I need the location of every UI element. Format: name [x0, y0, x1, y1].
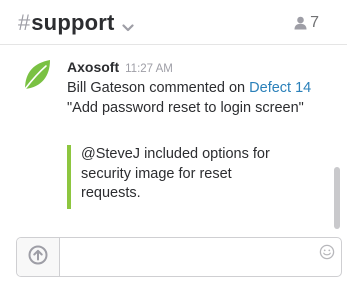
message-timestamp[interactable]: 11:27 AM — [125, 63, 173, 75]
message-text: Bill Gateson commented on Defect 14 "Add… — [67, 79, 312, 118]
chevron-down-icon — [121, 20, 134, 31]
defect-link[interactable]: Defect 14 — [249, 80, 311, 96]
chat-window: # support 7 Axosoft 11:27 AM Bill Gateso… — [0, 0, 347, 296]
member-count-button[interactable]: 7 — [294, 14, 319, 32]
channel-name-button[interactable]: # support — [18, 9, 134, 37]
message-text-before-link: Bill Gateson commented on — [67, 80, 250, 96]
channel-header: # support 7 — [0, 0, 347, 45]
message-text-after-link: "Add password reset to login screen" — [67, 99, 304, 116]
message-item: Axosoft 11:27 AM Bill Gateson commented … — [0, 46, 335, 226]
user-icon — [294, 16, 307, 30]
arrow-up-circle-icon — [28, 245, 48, 270]
upload-button[interactable] — [17, 238, 60, 276]
quote-attachment: @SteveJ included options for security im… — [67, 145, 287, 209]
message-composer — [16, 237, 342, 277]
sender-name[interactable]: Axosoft — [67, 59, 119, 75]
channel-hash: # — [18, 10, 31, 35]
scrollbar-thumb[interactable] — [334, 167, 340, 229]
message-input[interactable] — [60, 238, 315, 276]
green-leaf-icon[interactable] — [22, 58, 52, 92]
emoji-icon[interactable] — [319, 244, 335, 260]
channel-name: support — [31, 10, 115, 35]
message-header: Axosoft 11:27 AM — [67, 59, 173, 75]
member-count: 7 — [310, 14, 319, 31]
